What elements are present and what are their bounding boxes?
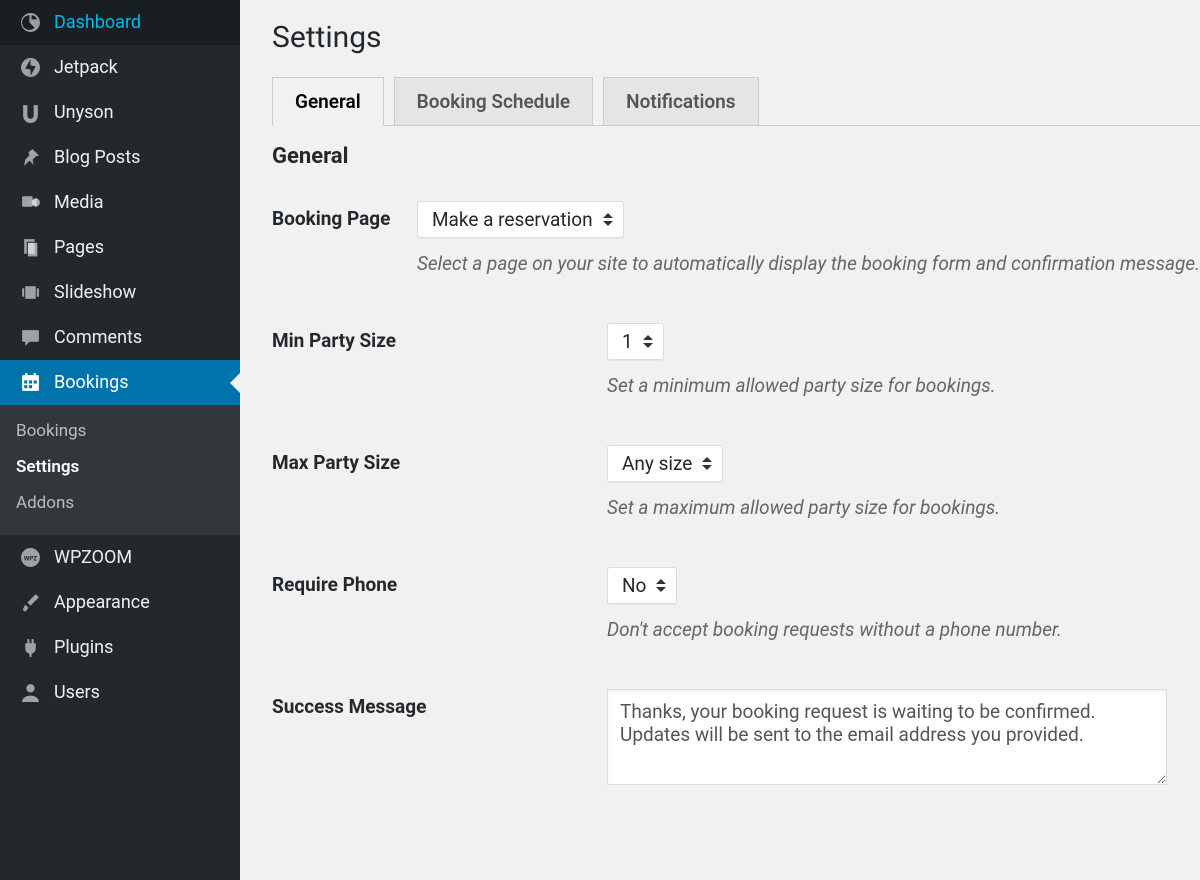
sidebar-item-label: Bookings [54, 372, 129, 393]
sidebar-item-label: Comments [54, 327, 142, 348]
min-party-select[interactable]: 1 [607, 323, 664, 360]
sidebar-menu-lower: WPZ WPZOOM Appearance Plugins Users [0, 535, 240, 715]
user-icon [16, 682, 44, 703]
sidebar-item-label: Jetpack [54, 57, 118, 78]
field-max-party: Max Party Size Any size Set a maximum al… [272, 445, 1200, 519]
jetpack-icon [16, 57, 44, 78]
unyson-icon [16, 102, 44, 123]
select-value: Make a reservation [432, 208, 593, 231]
field-label: Min Party Size [272, 323, 607, 397]
sidebar-item-label: Unyson [54, 102, 114, 123]
select-value: No [622, 574, 646, 597]
page-title: Settings [272, 20, 1200, 55]
sidebar-item-label: Slideshow [54, 282, 136, 303]
sidebar-item-users[interactable]: Users [0, 670, 240, 715]
sidebar-item-label: Media [54, 192, 104, 213]
sidebar-item-label: Appearance [54, 592, 150, 613]
sidebar-item-label: Pages [54, 237, 104, 258]
field-min-party: Min Party Size 1 Set a minimum allowed p… [272, 323, 1200, 397]
select-arrows-icon [641, 335, 655, 348]
sidebar-item-media[interactable]: Media [0, 180, 240, 225]
select-value: Any size [622, 452, 692, 475]
success-message-textarea[interactable] [607, 689, 1167, 785]
field-success-message: Success Message [272, 689, 1200, 789]
sidebar-item-label: Dashboard [54, 12, 141, 33]
field-description: Set a maximum allowed party size for boo… [607, 496, 1200, 519]
select-value: 1 [622, 330, 633, 353]
field-label: Require Phone [272, 567, 607, 641]
tab-label: Booking Schedule [417, 90, 570, 113]
main-content: Settings General Booking Schedule Notifi… [240, 0, 1200, 880]
wpzoom-icon: WPZ [16, 547, 44, 568]
sidebar-submenu-bookings[interactable]: Bookings [0, 413, 240, 449]
tab-notifications[interactable]: Notifications [603, 77, 758, 126]
sidebar-item-appearance[interactable]: Appearance [0, 580, 240, 625]
pin-icon [16, 147, 44, 168]
dashboard-icon [16, 12, 44, 33]
field-label: Booking Page [272, 201, 417, 275]
require-phone-select[interactable]: No [607, 567, 677, 604]
tab-booking-schedule[interactable]: Booking Schedule [394, 77, 593, 126]
sidebar-item-pages[interactable]: Pages [0, 225, 240, 270]
field-description: Set a minimum allowed party size for boo… [607, 374, 1200, 397]
sidebar-item-label: WPZOOM [54, 547, 132, 568]
sidebar-item-unyson[interactable]: Unyson [0, 90, 240, 135]
sidebar-item-plugins[interactable]: Plugins [0, 625, 240, 670]
comments-icon [16, 327, 44, 348]
sidebar-item-jetpack[interactable]: Jetpack [0, 45, 240, 90]
sidebar-item-comments[interactable]: Comments [0, 315, 240, 360]
calendar-icon [16, 372, 44, 393]
select-arrows-icon [601, 213, 615, 226]
sidebar-item-wpzoom[interactable]: WPZ WPZOOM [0, 535, 240, 580]
tab-general[interactable]: General [272, 77, 384, 126]
svg-text:WPZ: WPZ [23, 555, 36, 563]
field-label: Max Party Size [272, 445, 607, 519]
field-require-phone: Require Phone No Don't accept booking re… [272, 567, 1200, 641]
field-description: Don't accept booking requests without a … [607, 618, 1200, 641]
select-arrows-icon [654, 579, 668, 592]
sidebar-submenu-addons[interactable]: Addons [0, 485, 240, 521]
pages-icon [16, 237, 44, 258]
select-arrows-icon [700, 457, 714, 470]
sidebar-submenu-label: Bookings [16, 421, 86, 441]
sidebar-submenu-label: Addons [16, 493, 74, 513]
sidebar-item-dashboard[interactable]: Dashboard [0, 0, 240, 45]
max-party-select[interactable]: Any size [607, 445, 723, 482]
plugin-icon [16, 637, 44, 658]
field-label: Success Message [272, 689, 607, 789]
section-title: General [272, 144, 1200, 169]
sidebar-submenu: Bookings Settings Addons [0, 405, 240, 535]
sidebar-item-label: Plugins [54, 637, 113, 658]
field-booking-page: Booking Page Make a reservation Select a… [272, 201, 1200, 275]
settings-tabs: General Booking Schedule Notifications [272, 77, 1200, 126]
sidebar-submenu-label: Settings [16, 457, 79, 477]
sidebar-item-blog-posts[interactable]: Blog Posts [0, 135, 240, 180]
sidebar-submenu-settings[interactable]: Settings [0, 449, 240, 485]
sidebar-menu: Dashboard Jetpack Unyson Blog Posts Medi… [0, 0, 240, 405]
sidebar-item-label: Blog Posts [54, 147, 140, 168]
sidebar-item-label: Users [54, 682, 100, 703]
slideshow-icon [16, 282, 44, 303]
tab-label: Notifications [626, 90, 735, 113]
media-icon [16, 192, 44, 213]
field-description: Select a page on your site to automatica… [417, 252, 1200, 275]
admin-sidebar: Dashboard Jetpack Unyson Blog Posts Medi… [0, 0, 240, 880]
booking-page-select[interactable]: Make a reservation [417, 201, 624, 238]
sidebar-item-bookings[interactable]: Bookings [0, 360, 240, 405]
tab-label: General [295, 90, 361, 113]
sidebar-item-slideshow[interactable]: Slideshow [0, 270, 240, 315]
brush-icon [16, 592, 44, 613]
